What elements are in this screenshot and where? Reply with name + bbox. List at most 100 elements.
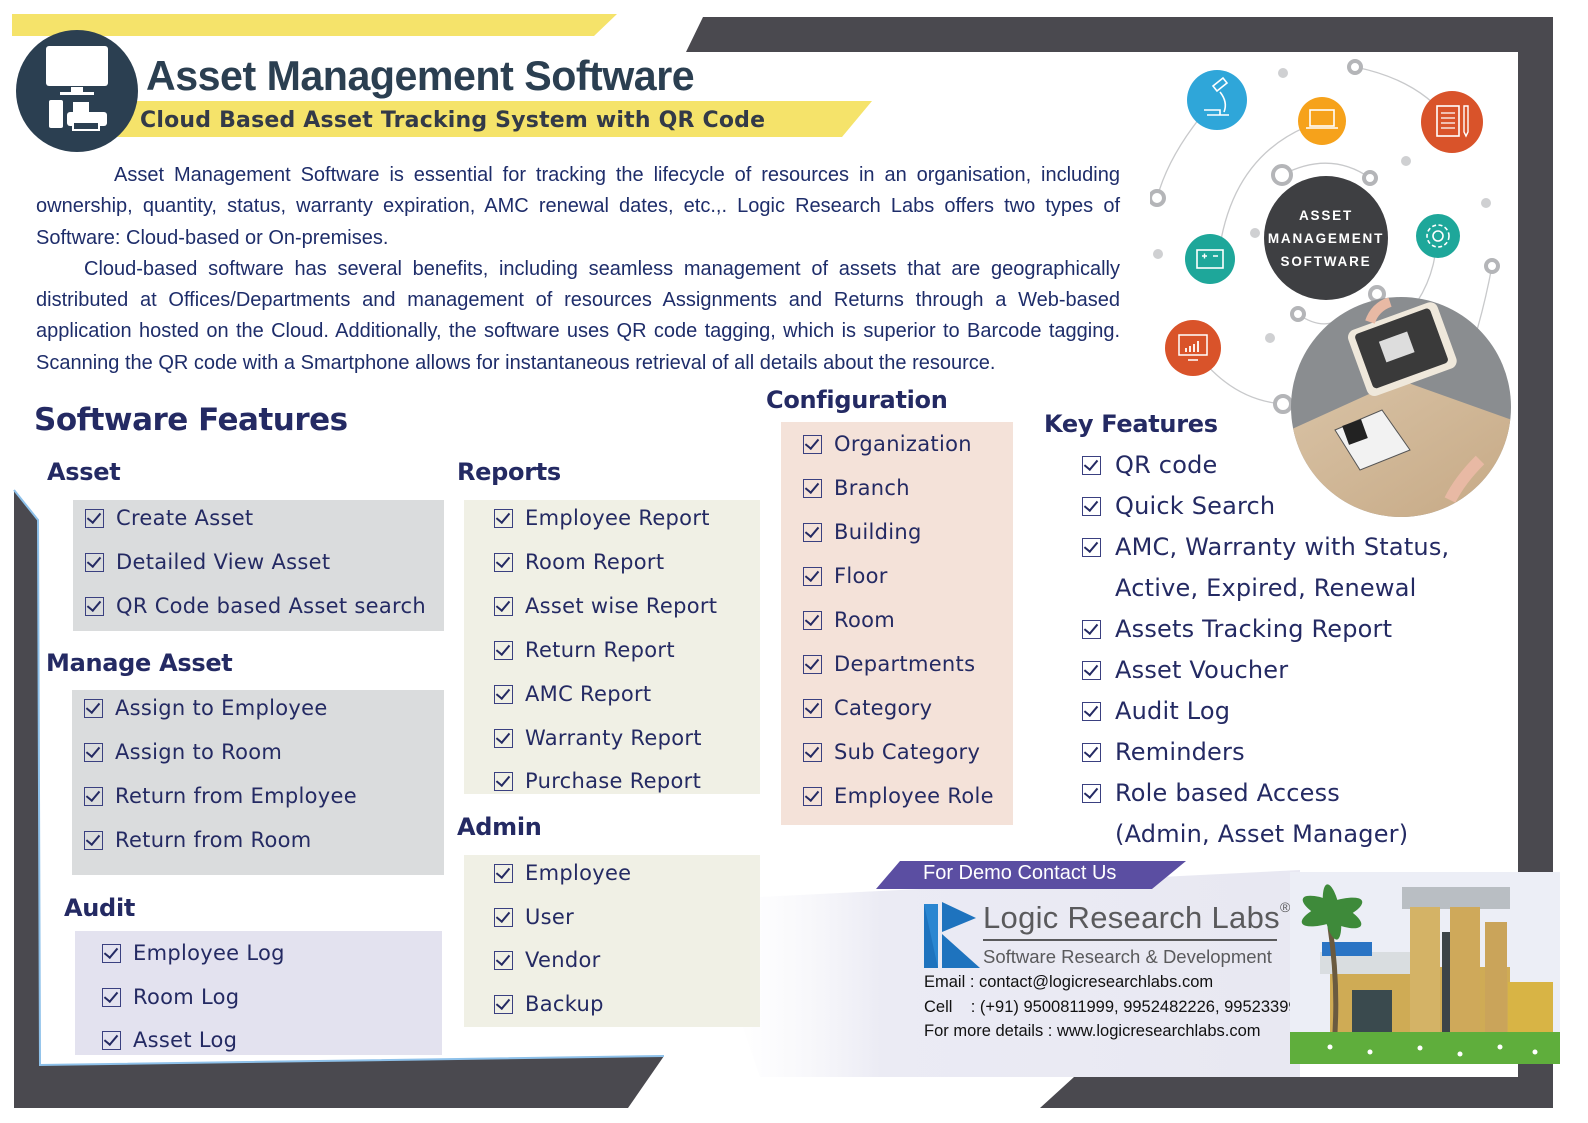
list-item-label: Employee Log	[133, 941, 285, 965]
intro-paragraph: Cloud-based software has several benefit…	[36, 257, 1120, 374]
demo-banner-text: For Demo Contact Us	[923, 862, 1117, 884]
checkbox-icon	[494, 907, 513, 927]
key-feature-item: Audit Log	[1082, 697, 1230, 725]
list-item-label: Employee	[525, 861, 632, 885]
list-item-label: Warranty Report	[525, 726, 702, 750]
list-item: Employee Log	[102, 941, 285, 965]
list-item: AMC Report	[494, 682, 651, 706]
list-item-label: Return from Employee	[115, 784, 357, 808]
checkbox-icon	[102, 1030, 121, 1050]
list-item: Building	[803, 520, 922, 544]
checkbox-icon	[84, 830, 103, 850]
checkbox-icon	[803, 566, 822, 586]
checkbox-icon	[85, 508, 104, 528]
list-item-label: Building	[834, 520, 922, 544]
laptop-icon	[1298, 97, 1346, 145]
key-feature-label: Audit Log	[1115, 697, 1231, 725]
list-item: Organization	[803, 432, 972, 456]
key-feature-item: Role based Access	[1082, 779, 1340, 807]
phone-scanning-qr-code-photo	[1291, 297, 1511, 517]
checkbox-icon	[803, 478, 822, 498]
company-tagline: Software Research & Development	[983, 946, 1272, 967]
list-item-label: Employee Role	[834, 784, 994, 808]
list-item: Sub Category	[803, 740, 980, 764]
key-feature-label: Reminders	[1115, 738, 1245, 766]
checkbox-icon	[494, 863, 513, 883]
key-feature-continuation: (Admin, Asset Manager)	[1115, 820, 1409, 848]
list-item: Backup	[494, 992, 604, 1016]
checkbox-icon	[494, 640, 513, 660]
gear-icon	[1416, 214, 1460, 258]
checkbox-icon	[102, 943, 121, 963]
checkbox-icon	[84, 742, 103, 762]
key-feature-label: QR code	[1115, 451, 1218, 479]
list-item: Branch	[803, 476, 910, 500]
section-configuration: Organization Branch Building Floor Room …	[781, 422, 1013, 825]
list-item-label: Asset Log	[133, 1028, 238, 1052]
divider	[983, 939, 1277, 941]
list-item: Floor	[803, 564, 888, 588]
checkbox-icon	[494, 596, 513, 616]
page-subtitle: Cloud Based Asset Tracking System with Q…	[140, 108, 766, 133]
checkbox-icon	[803, 654, 822, 674]
list-item: Asset Log	[102, 1028, 237, 1052]
list-item: Departments	[803, 652, 975, 676]
checkbox-icon	[494, 950, 513, 970]
checkbox-icon	[494, 728, 513, 748]
checkbox-icon	[1082, 455, 1101, 475]
checkbox-icon	[85, 596, 104, 616]
section-audit: Employee Log Room Log Asset Log	[75, 931, 442, 1055]
contact-email: Email : contact@logicresearchlabs.com	[924, 973, 1214, 991]
microscope-icon	[1187, 70, 1247, 130]
key-feature-item: Assets Tracking Report	[1082, 615, 1392, 643]
list-item-label: Category	[834, 696, 933, 720]
intro-text: Asset Management Software is essential f…	[36, 160, 1120, 379]
list-item-label: QR Code based Asset search	[116, 594, 426, 618]
list-item-label: Return Report	[525, 638, 675, 662]
key-feature-item: QR code	[1082, 451, 1217, 479]
list-item: Warranty Report	[494, 726, 702, 750]
checkbox-icon	[1082, 537, 1101, 557]
list-item-label: Assign to Employee	[115, 696, 328, 720]
section-admin: Employee User Vendor Backup	[464, 855, 760, 1027]
hub-center-line: SOFTWARE	[1280, 253, 1372, 269]
checkbox-icon	[494, 684, 513, 704]
list-item: Vendor	[494, 948, 601, 972]
list-item: Asset wise Report	[494, 594, 717, 618]
hub-center-line: ASSET	[1298, 207, 1353, 223]
devices-icon	[46, 46, 108, 131]
list-item: Detailed View Asset	[85, 550, 330, 574]
checkbox-icon	[1082, 742, 1101, 762]
list-item: Assign to Room	[84, 740, 282, 764]
monitor-chart-icon	[1165, 320, 1221, 376]
section-heading-audit: Audit	[64, 894, 136, 922]
list-item: User	[494, 905, 574, 929]
contact-website: For more details : www.logicresearchlabs…	[924, 1022, 1261, 1040]
key-feature-continuation: Active, Expired, Renewal	[1115, 574, 1417, 602]
list-item: Employee Report	[494, 506, 710, 530]
key-feature-label: Asset Voucher	[1115, 656, 1289, 684]
features-title: Software Features	[34, 402, 348, 438]
key-feature-item: AMC, Warranty with Status,	[1082, 533, 1449, 561]
key-feature-item: Reminders	[1082, 738, 1245, 766]
contact-phone: Cell : (+91) 9500811999, 9952482226, 995…	[924, 998, 1316, 1016]
checkbox-icon	[494, 552, 513, 572]
checkbox-icon	[1082, 783, 1101, 803]
checkbox-icon	[803, 698, 822, 718]
checkbox-icon	[84, 698, 103, 718]
list-item-label: Return from Room	[115, 828, 312, 852]
list-item: Employee	[494, 861, 631, 885]
section-heading-manage-asset: Manage Asset	[46, 649, 233, 677]
list-item-label: Backup	[525, 992, 604, 1016]
list-item: Purchase Report	[494, 769, 701, 793]
list-item-label: Vendor	[525, 948, 601, 972]
list-item-label: Departments	[834, 652, 976, 676]
list-item: Employee Role	[803, 784, 994, 808]
list-item: Return from Room	[84, 828, 312, 852]
list-item-label: Room Report	[525, 550, 665, 574]
checkbox-icon	[1082, 619, 1101, 639]
section-reports: Employee Report Room Report Asset wise R…	[464, 500, 760, 794]
key-feature-label: Role based Access	[1115, 779, 1340, 807]
checkbox-icon	[494, 508, 513, 528]
battery-icon	[1185, 234, 1235, 284]
